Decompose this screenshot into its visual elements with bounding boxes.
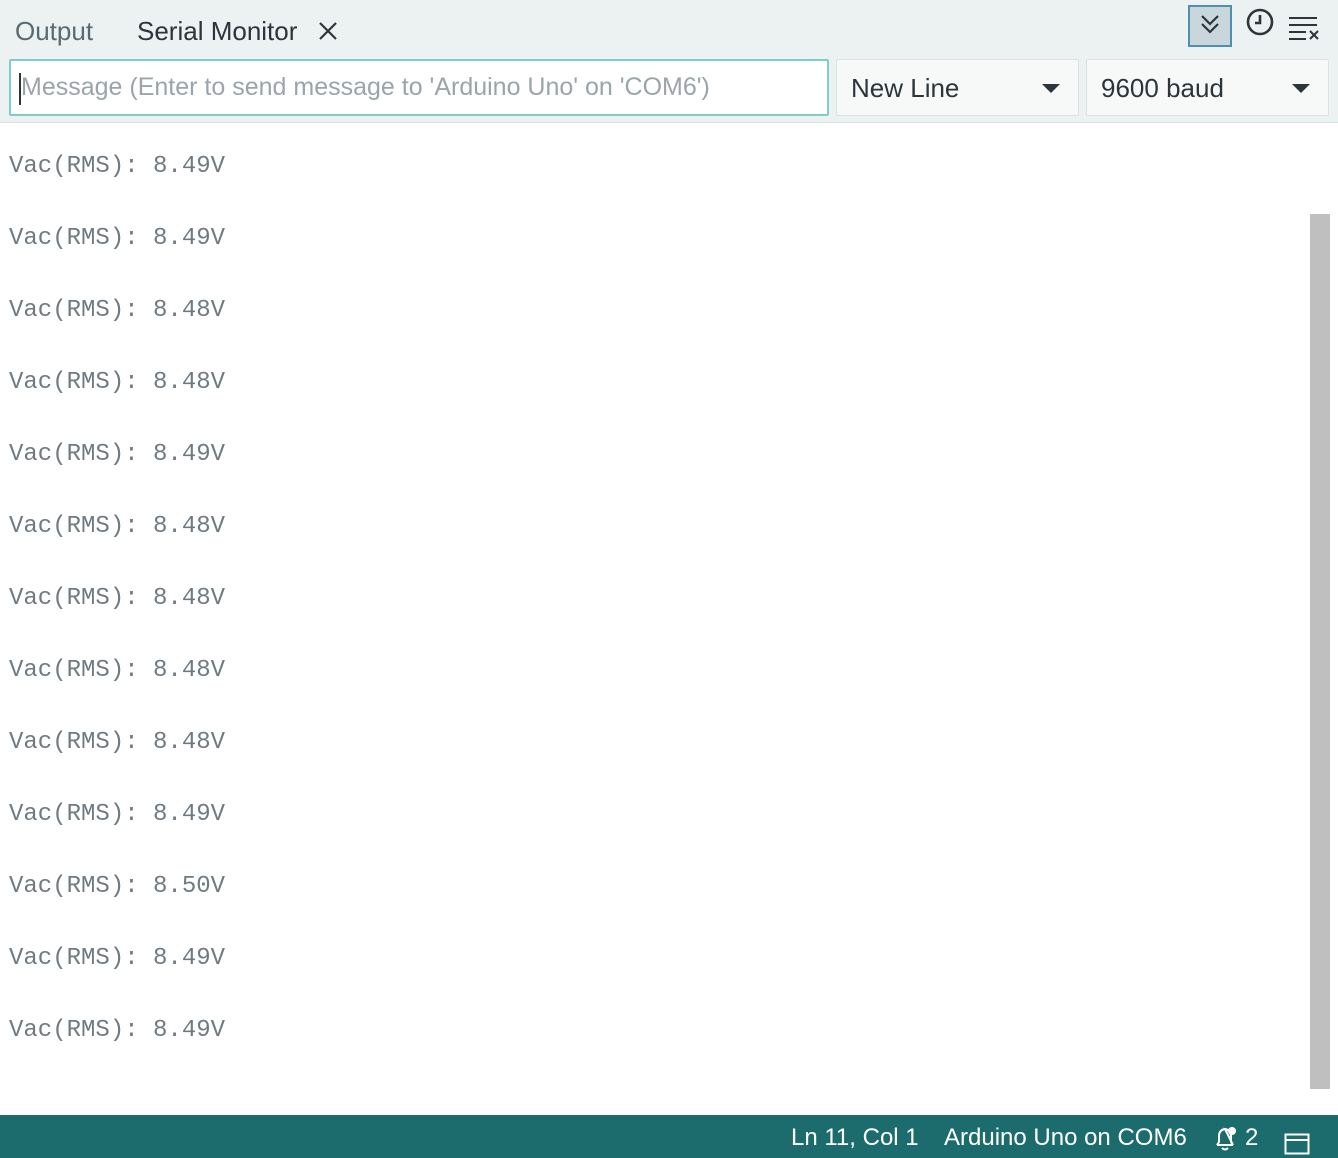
- clock-icon: [1246, 8, 1274, 36]
- toggle-panel-icon: [1284, 1133, 1310, 1155]
- message-input[interactable]: [9, 59, 829, 116]
- output-line: Vac(RMS): 8.50V: [9, 873, 226, 900]
- board-port-status[interactable]: Arduino Uno on COM6: [944, 1115, 1187, 1158]
- bell-notification-icon: [1216, 1127, 1236, 1151]
- output-line: Vac(RMS): 8.48V: [9, 729, 226, 756]
- cursor-position[interactable]: Ln 11, Col 1: [791, 1115, 919, 1158]
- close-icon: [319, 22, 337, 40]
- output-line: Vac(RMS): 8.49V: [9, 801, 226, 828]
- output-line: Vac(RMS): 8.48V: [9, 657, 226, 684]
- output-line: Vac(RMS): 8.48V: [9, 585, 226, 612]
- output-line: Vac(RMS): 8.48V: [9, 513, 226, 540]
- notifications-button[interactable]: [1212, 1123, 1240, 1151]
- bottom-panel-header: Output Serial Monitor Message (Enter to …: [0, 0, 1338, 123]
- output-line: Vac(RMS): 8.48V: [9, 369, 226, 396]
- vertical-scrollbar-thumb[interactable]: [1310, 214, 1330, 1089]
- close-tab-button[interactable]: [314, 17, 342, 45]
- autoscroll-toggle-button[interactable]: [1188, 5, 1232, 47]
- serial-monitor-app: Output Serial Monitor Message (Enter to …: [0, 0, 1338, 1158]
- baud-rate-select[interactable]: 9600 baud: [1086, 59, 1329, 116]
- caret-down-icon: [1042, 84, 1060, 93]
- output-line: Vac(RMS): 8.49V: [9, 441, 226, 468]
- output-line: Vac(RMS): 8.48V: [9, 297, 226, 324]
- output-line: Vac(RMS): 8.49V: [9, 153, 226, 180]
- clear-output-button[interactable]: [1286, 12, 1322, 44]
- double-chevron-down-icon: [1201, 15, 1219, 34]
- line-ending-select[interactable]: New Line: [836, 59, 1079, 116]
- serial-output-area[interactable]: Vac(RMS): 8.49V Vac(RMS): 8.49V Vac(RMS)…: [0, 123, 1338, 1115]
- output-line: Vac(RMS): 8.49V: [9, 945, 226, 972]
- output-line: Vac(RMS): 8.49V: [9, 225, 226, 252]
- clear-output-icon: [1289, 17, 1319, 40]
- caret-down-icon: [1292, 84, 1310, 93]
- text-caret: [19, 73, 21, 105]
- tab-output[interactable]: Output: [15, 12, 93, 50]
- toggle-panel-button[interactable]: [1284, 1126, 1310, 1155]
- baud-rate-value: 9600 baud: [1101, 73, 1224, 103]
- line-ending-value: New Line: [851, 73, 960, 103]
- output-line: Vac(RMS): 8.49V: [9, 1017, 226, 1044]
- tab-serial-monitor[interactable]: Serial Monitor: [137, 12, 297, 50]
- notification-count: 2: [1245, 1124, 1259, 1151]
- status-bar: Ln 11, Col 1 Arduino Uno on COM6 2: [0, 1115, 1338, 1158]
- toggle-timestamp-button[interactable]: [1243, 6, 1277, 40]
